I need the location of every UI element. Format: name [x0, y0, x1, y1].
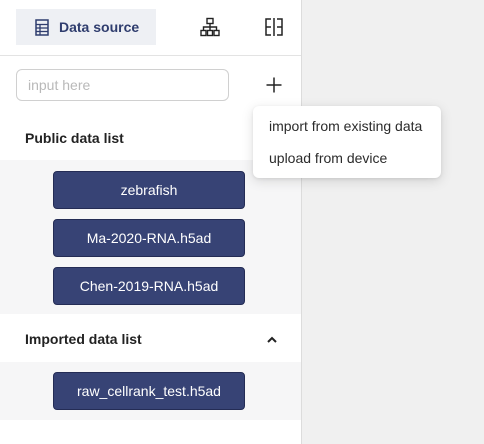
add-data-button[interactable]	[262, 73, 286, 97]
tab-data-source[interactable]: Data source	[16, 9, 156, 45]
plus-icon	[266, 77, 282, 93]
tab-hierarchy[interactable]	[197, 14, 223, 40]
imported-data-list: raw_cellrank_test.h5ad	[0, 362, 301, 420]
imported-data-title: Imported data list	[25, 331, 142, 347]
search-input[interactable]	[16, 69, 229, 101]
public-data-title: Public data list	[25, 130, 124, 146]
dataset-button[interactable]: raw_cellrank_test.h5ad	[53, 372, 245, 410]
tab-bar: Data source	[0, 0, 301, 56]
add-data-menu: import from existing data upload from de…	[253, 106, 441, 178]
menu-item-upload-device[interactable]: upload from device	[253, 142, 441, 174]
data-source-panel: Data source input here Public data list …	[0, 0, 302, 444]
dataset-button[interactable]: Ma-2020-RNA.h5ad	[53, 219, 245, 257]
split-view-icon	[265, 18, 283, 36]
chevron-up-icon[interactable]	[265, 332, 279, 346]
dataset-button[interactable]: Chen-2019-RNA.h5ad	[53, 267, 245, 305]
public-data-list: zebrafish Ma-2020-RNA.h5ad Chen-2019-RNA…	[0, 160, 301, 314]
imported-data-header[interactable]: Imported data list	[0, 317, 301, 361]
menu-item-import-existing[interactable]: import from existing data	[253, 110, 441, 142]
table-icon	[35, 18, 49, 36]
dataset-button[interactable]: zebrafish	[53, 171, 245, 209]
tab-data-source-label: Data source	[59, 19, 140, 35]
hierarchy-icon	[200, 17, 220, 37]
tab-split-view[interactable]	[261, 14, 287, 40]
